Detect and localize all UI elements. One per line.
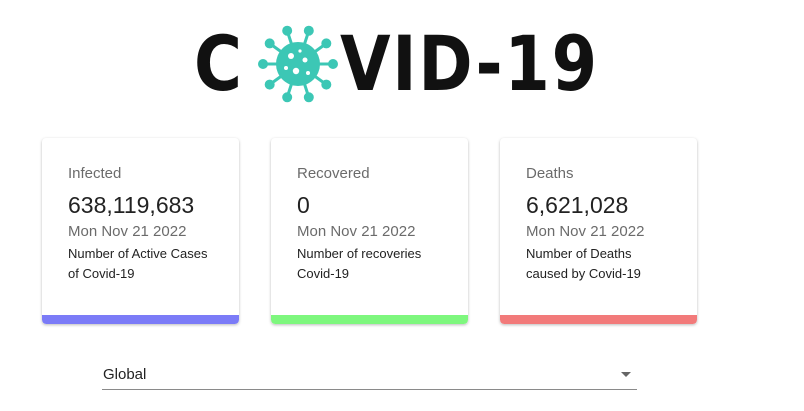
infected-value: 638,119,683 — [68, 192, 195, 218]
logo-text-vid19: VID-19 — [339, 19, 599, 108]
virus-spike-knob — [264, 38, 275, 49]
virus-spike-knob — [321, 79, 332, 90]
recovered-card: Recovered 0 Mon Nov 21 2022 Number of re… — [271, 138, 468, 324]
infected-color-bar — [42, 315, 239, 324]
virus-spike-knob — [303, 25, 314, 36]
virus-icon — [257, 25, 338, 103]
logo-text-c: C — [194, 19, 244, 108]
recovered-title: Recovered — [297, 165, 370, 182]
virus-spike-knob — [281, 92, 292, 103]
country-select[interactable]: Global — [102, 358, 637, 390]
deaths-value: 6,621,028 — [526, 192, 629, 218]
infected-card: Infected 638,119,683 Mon Nov 21 2022 Num… — [42, 138, 239, 324]
recovered-description: Number of recoveries Covid-19 — [297, 246, 422, 281]
virus-spike-knob — [257, 59, 268, 69]
covid-logo: C VID-19 — [194, 24, 641, 104]
virus-spike-knob — [281, 25, 292, 36]
recovered-color-bar — [271, 315, 468, 324]
recovered-value: 0 — [297, 192, 310, 218]
deaths-date: Mon Nov 21 2022 — [526, 223, 645, 240]
deaths-color-bar — [500, 315, 697, 324]
virus-spike-knob — [264, 79, 275, 90]
virus-spike-knob — [321, 38, 332, 49]
infected-date: Mon Nov 21 2022 — [68, 223, 187, 240]
virus-spike-knob — [327, 59, 338, 69]
infected-title: Infected — [68, 165, 122, 182]
page: C VID-19 Infected 638,119,683 Mon Nov 21… — [0, 0, 804, 411]
recovered-date: Mon Nov 21 2022 — [297, 223, 416, 240]
deaths-title: Deaths — [526, 165, 574, 182]
dropdown-arrow-icon[interactable] — [621, 372, 631, 377]
deaths-description: Number of Deaths caused by Covid-19 — [526, 246, 641, 281]
virus-spike-knob — [303, 92, 314, 103]
deaths-card: Deaths 6,621,028 Mon Nov 21 2022 Number … — [500, 138, 697, 324]
country-select-value: Global — [103, 366, 147, 383]
infected-description: Number of Active Cases of Covid-19 — [68, 246, 208, 281]
